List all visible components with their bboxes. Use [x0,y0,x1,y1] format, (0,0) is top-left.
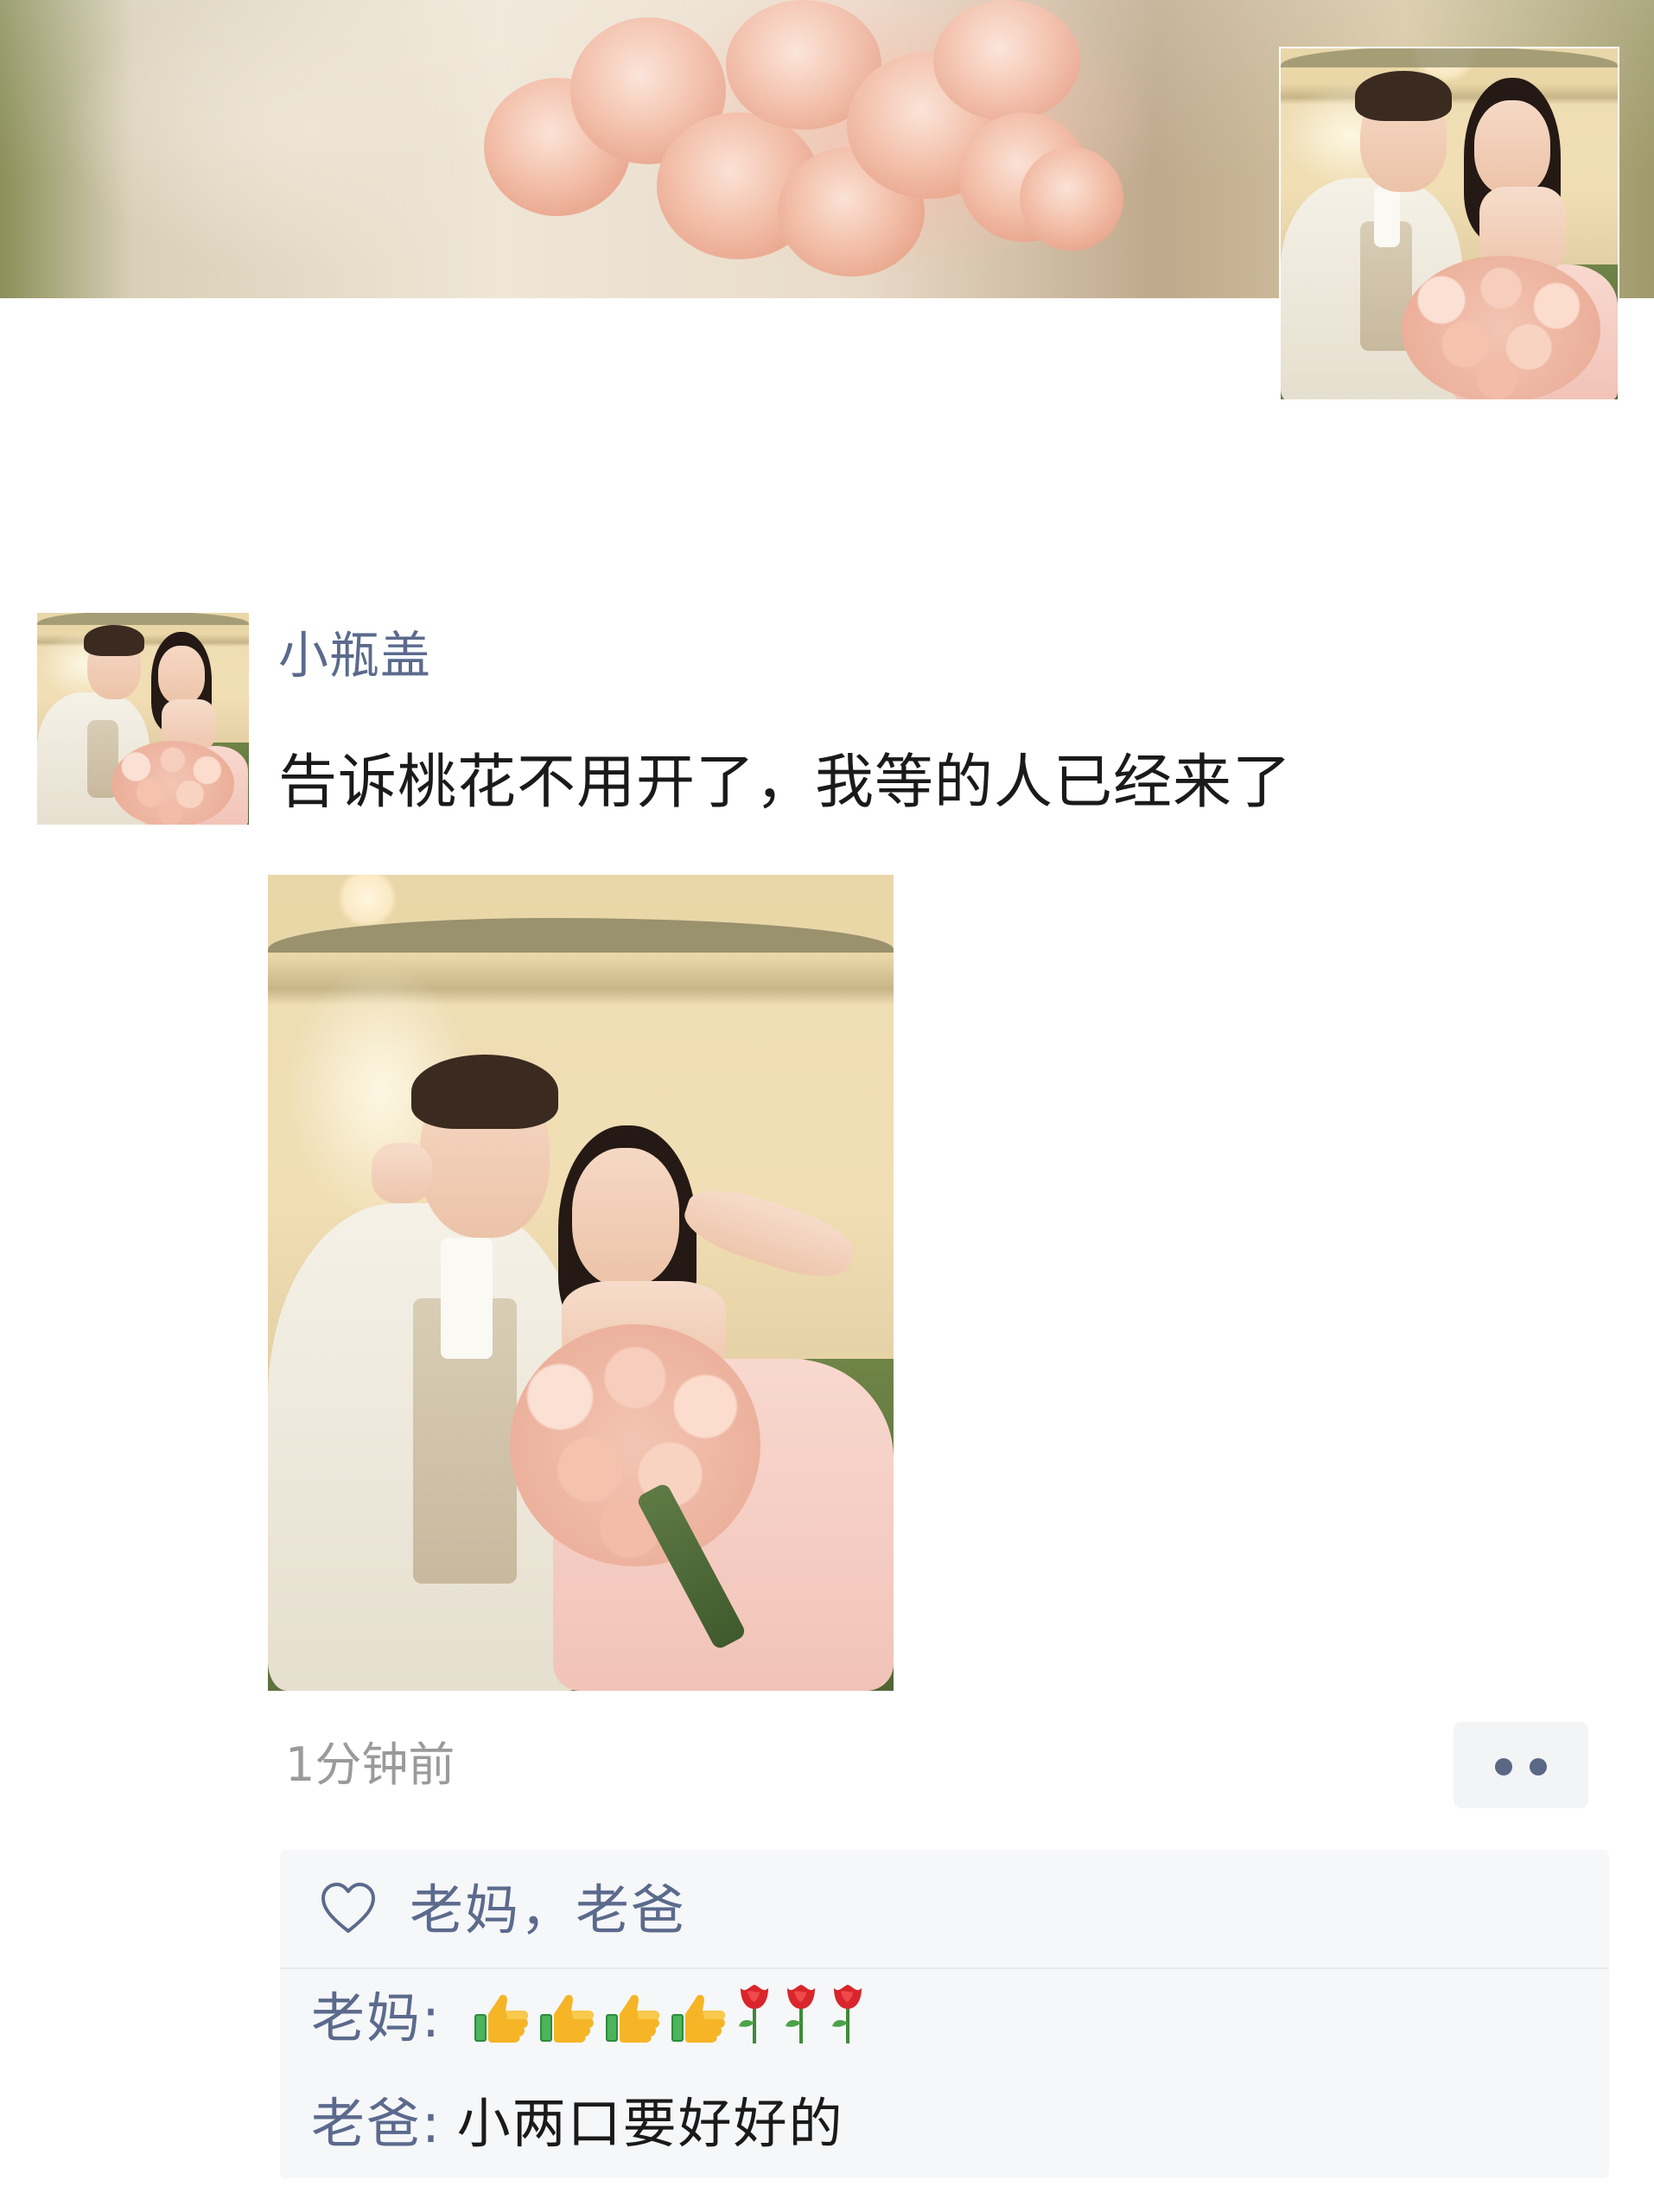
post-avatar[interactable] [37,613,249,825]
more-options-button[interactable] [1454,1722,1588,1808]
comment-separator: : [422,2092,440,2155]
thumbs-up-icon [671,1994,725,2043]
comment-item[interactable]: 老爸: 小两口要好好的 [311,2085,844,2163]
post-username[interactable]: 小瓶盖 [278,621,431,690]
rose-icon [738,1985,768,2043]
likes-comments-panel: 老妈，老爸 老妈: 老爸: 小两口要好好的 [280,1850,1609,2178]
comment-item[interactable]: 老妈: [311,1979,867,2057]
post-image[interactable] [268,875,894,1691]
thumbs-up-icon [605,1994,659,2043]
thumbs-up-icon [474,1994,528,2043]
comment-author[interactable]: 老妈 [311,1986,422,2049]
rose-icon [831,1985,862,2043]
rose-icon [785,1985,815,2043]
heart-icon [321,1883,375,1933]
profile-avatar[interactable] [1281,48,1618,399]
more-dot-icon [1530,1758,1547,1775]
comment-text: 小两口要好好的 [456,2092,844,2155]
post-text: 告诉桃花不用开了，我等的人已经来了 [278,749,1293,817]
more-dot-icon [1495,1758,1512,1775]
likes-row: 老妈，老爸 [280,1850,1609,1969]
like-names[interactable]: 老妈，老爸 [410,1874,686,1947]
comment-author[interactable]: 老爸 [311,2092,422,2155]
thumbs-up-icon [539,1994,594,2043]
comment-separator: : [422,1986,440,2049]
post-timestamp: 1分钟前 [285,1737,455,1792]
comment-emojis [473,1983,867,2045]
